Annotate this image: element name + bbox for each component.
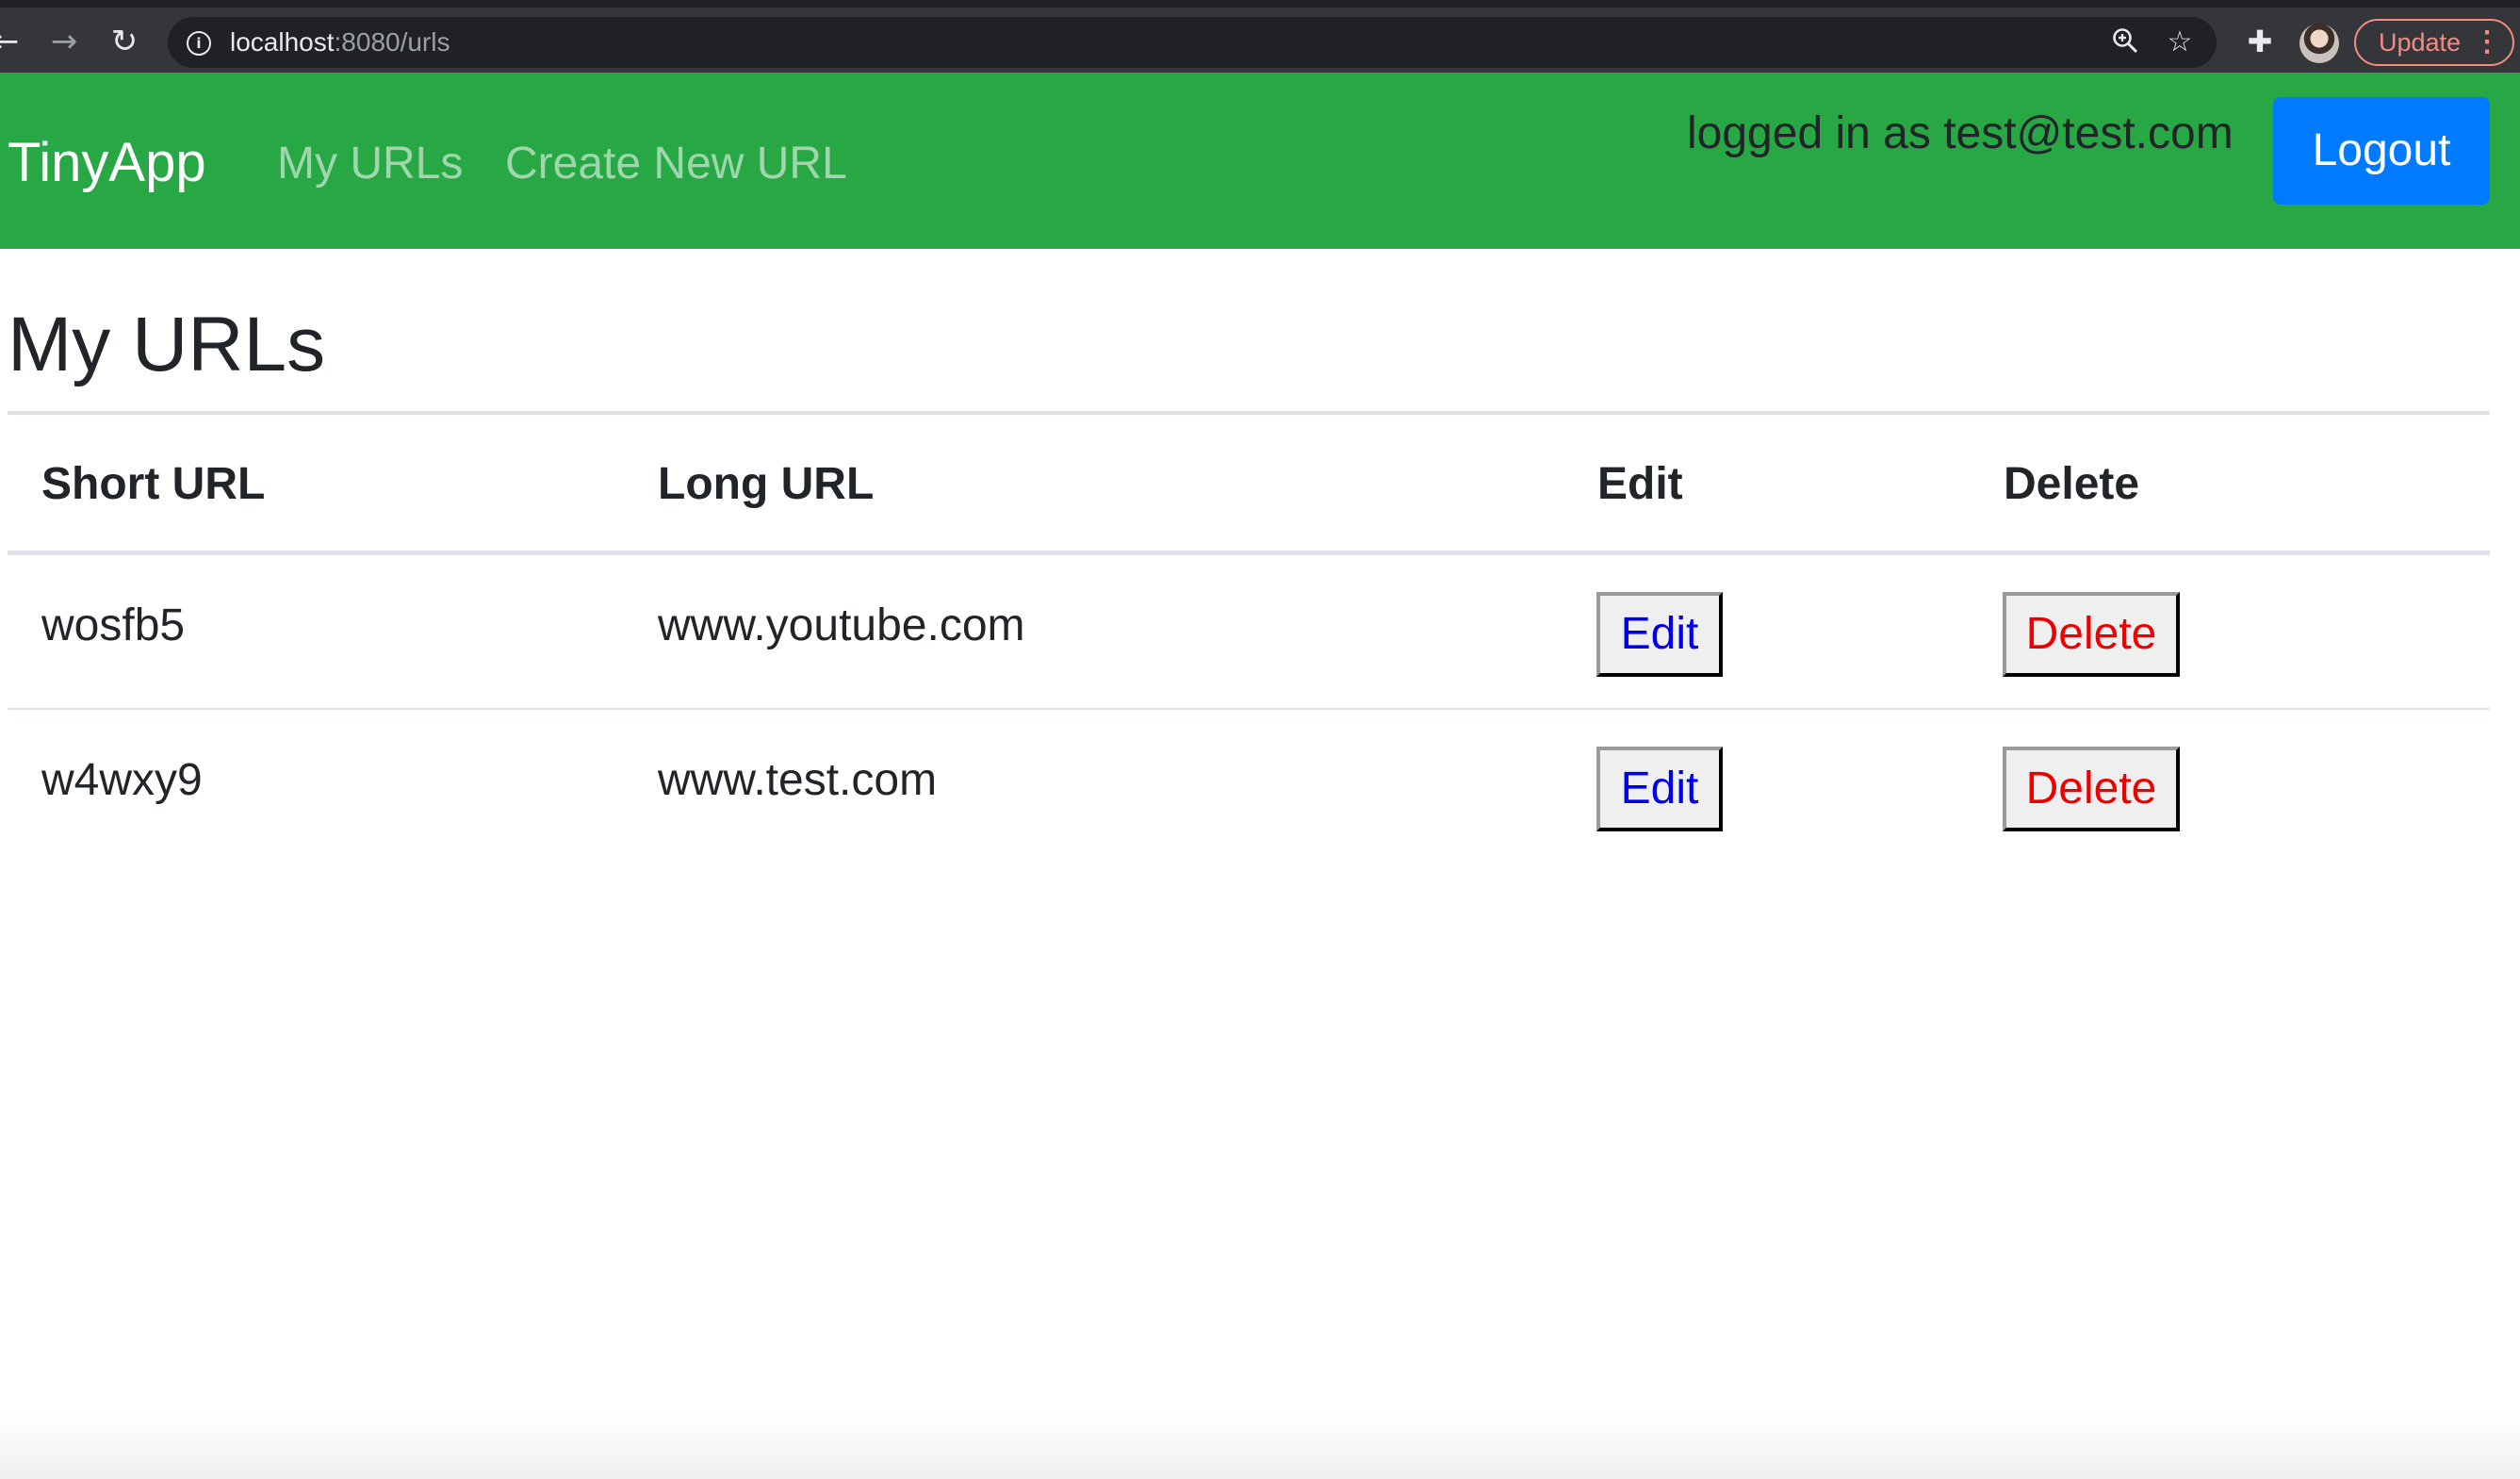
row-divider	[8, 708, 2490, 710]
logout-button[interactable]: Logout	[2273, 97, 2490, 205]
table-top-border	[8, 411, 2490, 415]
header-short-url: Short URL	[41, 459, 266, 509]
back-arrow-icon[interactable]: ←	[0, 23, 25, 60]
brand-link[interactable]: TinyApp	[8, 131, 206, 195]
table-header-divider	[8, 551, 2490, 555]
update-label: Update	[2379, 28, 2462, 57]
long-url-cell: www.test.com	[658, 755, 938, 805]
forward-arrow-icon[interactable]: →	[45, 23, 83, 60]
header-edit: Edit	[1597, 459, 1683, 509]
info-icon[interactable]: i	[187, 31, 211, 56]
header-delete: Delete	[2004, 459, 2140, 509]
reload-icon[interactable]: ↻	[106, 23, 143, 60]
delete-button[interactable]: Delete	[2003, 592, 2180, 677]
edit-button[interactable]: Edit	[1596, 592, 1723, 677]
address-url[interactable]: localhost:8080/urls	[230, 26, 450, 58]
address-bar[interactable]: i localhost:8080/urls ☆	[168, 17, 2217, 68]
short-url-cell: wosfb5	[41, 600, 186, 650]
window-bottom-shadow	[0, 1414, 2520, 1479]
kebab-menu-icon[interactable]: ⋮	[2473, 21, 2501, 64]
edit-button[interactable]: Edit	[1596, 747, 1723, 831]
url-host: localhost	[230, 27, 335, 57]
profile-avatar[interactable]	[2299, 24, 2339, 63]
nav-link-my-urls[interactable]: My URLs	[277, 137, 463, 191]
url-path: :8080/urls	[334, 27, 450, 57]
zoom-icon[interactable]	[2109, 26, 2141, 58]
app-navbar: TinyApp My URLs Create New URL logged in…	[0, 73, 2520, 249]
header-long-url: Long URL	[658, 459, 875, 509]
short-url-cell: w4wxy9	[41, 755, 203, 805]
browser-toolbar: ← → ↻ i localhost:8080/urls ☆ ✚ Update ⋮	[0, 0, 2520, 73]
update-button[interactable]: Update ⋮	[2354, 19, 2514, 66]
logged-in-status: logged in as test@test.com	[1687, 108, 2234, 158]
puzzle-icon[interactable]: ✚	[2243, 25, 2277, 58]
delete-button[interactable]: Delete	[2003, 747, 2180, 831]
page-title: My URLs	[8, 302, 326, 387]
nav-link-create-new-url[interactable]: Create New URL	[505, 137, 847, 191]
star-icon[interactable]: ☆	[2164, 26, 2196, 58]
long-url-cell: www.youtube.com	[658, 600, 1025, 650]
